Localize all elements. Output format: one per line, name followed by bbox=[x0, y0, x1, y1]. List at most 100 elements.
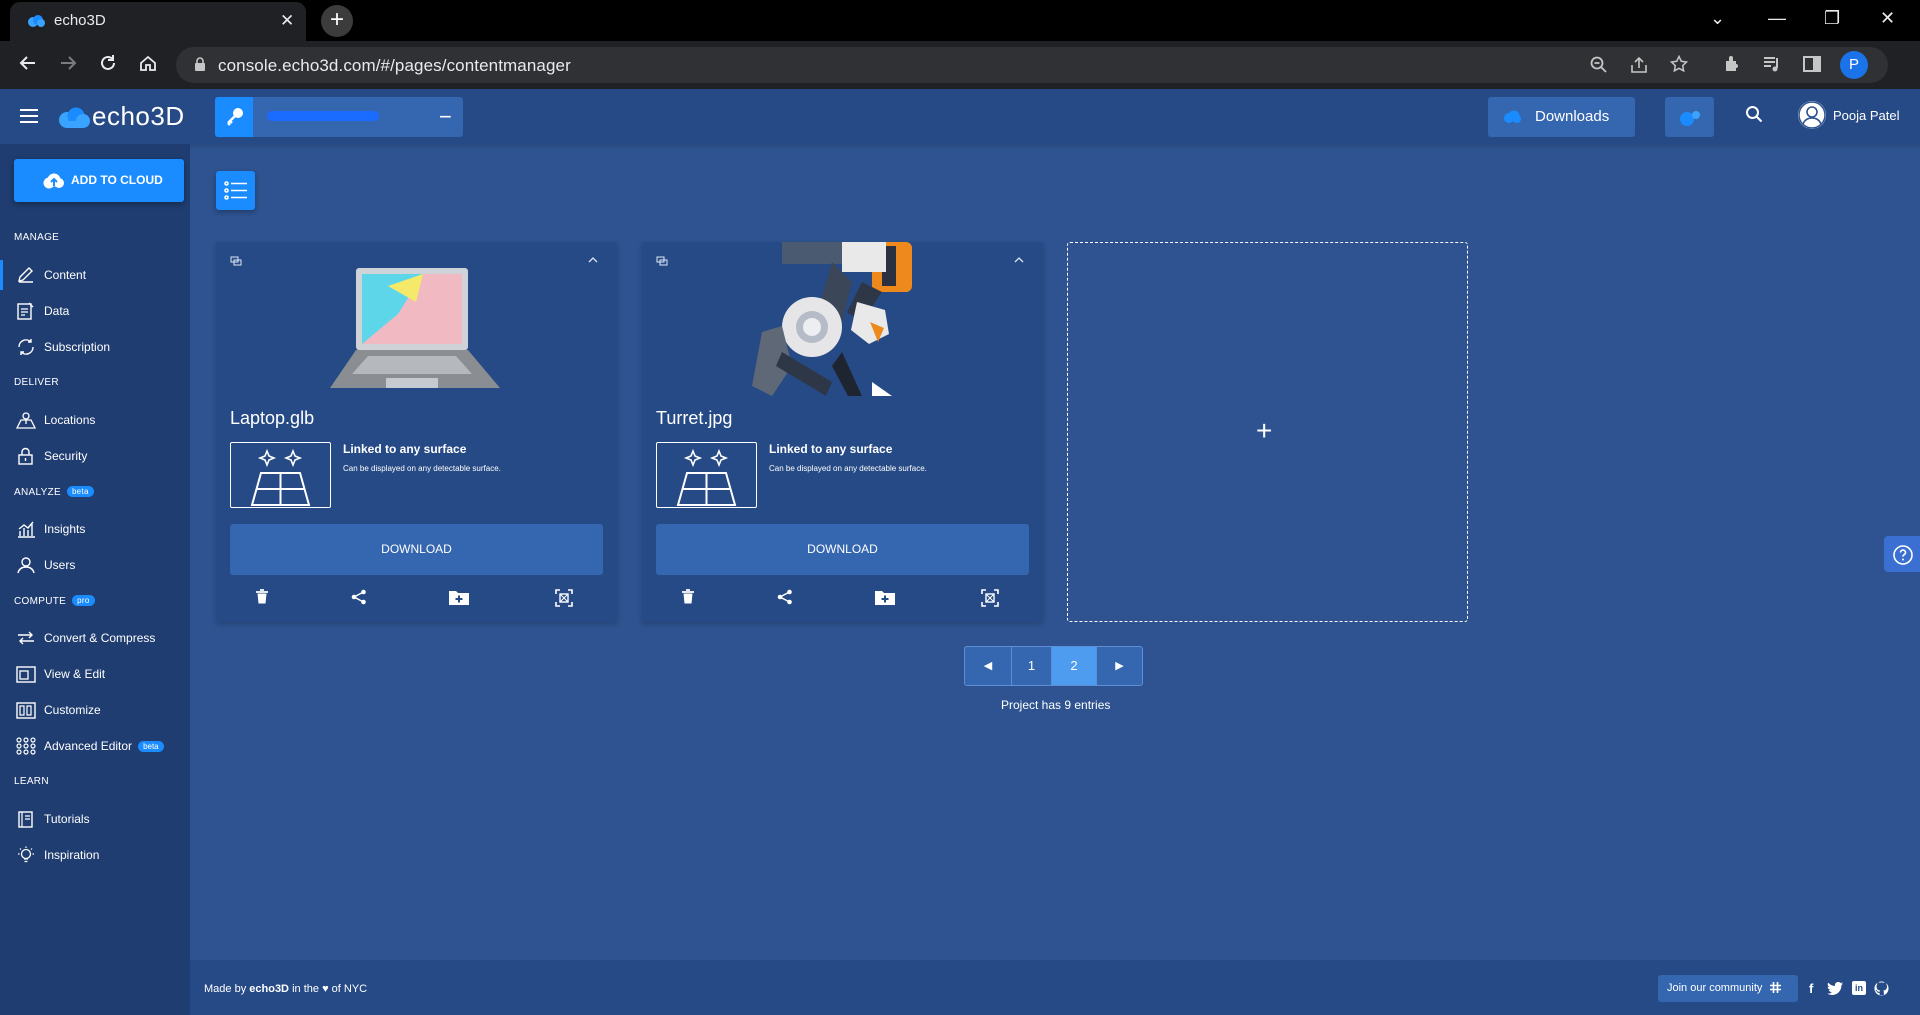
footer: Made by echo3D in the ♥ of NYC Join our … bbox=[190, 960, 1920, 1015]
add-to-folder-icon[interactable] bbox=[448, 589, 470, 605]
side-panel-icon[interactable] bbox=[1802, 54, 1822, 74]
trash-icon[interactable] bbox=[681, 589, 695, 605]
minimize-icon[interactable]: — bbox=[1768, 8, 1786, 29]
add-to-cloud-button[interactable]: ADD TO CLOUD bbox=[14, 159, 184, 202]
twitter-icon[interactable] bbox=[1827, 982, 1843, 995]
slack-icon bbox=[1770, 982, 1782, 993]
section-manage: MANAGE bbox=[14, 232, 60, 243]
tab-search-icon[interactable]: ⌄ bbox=[1710, 8, 1725, 29]
sidebar-item-customize[interactable]: Customize bbox=[0, 695, 190, 725]
qr-scan-icon[interactable] bbox=[981, 589, 999, 607]
api-key-selector[interactable]: − bbox=[215, 97, 463, 137]
beta-badge: beta bbox=[66, 486, 94, 497]
laptop-thumbnail[interactable] bbox=[328, 266, 503, 396]
list-view-button[interactable] bbox=[216, 171, 255, 210]
footer-brand-link[interactable]: echo3D bbox=[249, 983, 289, 995]
user-name[interactable]: Pooja Patel bbox=[1833, 108, 1900, 123]
facebook-icon[interactable]: f bbox=[1809, 981, 1813, 996]
sidebar-item-data[interactable]: Data bbox=[0, 296, 190, 326]
chevron-up-icon[interactable] bbox=[588, 256, 598, 264]
sidebar-item-subscription[interactable]: Subscription bbox=[0, 332, 190, 362]
surface-title: Linked to any surface bbox=[343, 442, 467, 456]
section-compute: COMPUTE pro bbox=[14, 595, 95, 607]
content-card-laptop[interactable]: Laptop.glb Linked to any surface Can be … bbox=[216, 242, 617, 622]
user-icon bbox=[16, 556, 36, 574]
surface-title: Linked to any surface bbox=[769, 442, 893, 456]
key-icon bbox=[215, 97, 253, 137]
bar-chart-icon bbox=[16, 520, 36, 538]
browser-profile-avatar[interactable]: P bbox=[1840, 51, 1868, 79]
hamburger-menu-icon[interactable] bbox=[20, 109, 38, 123]
lock-icon[interactable] bbox=[194, 57, 206, 72]
add-to-folder-icon[interactable] bbox=[874, 589, 896, 605]
sidebar-item-locations[interactable]: Locations bbox=[0, 405, 190, 435]
chevron-up-icon[interactable] bbox=[1014, 256, 1024, 264]
blob-icon bbox=[1678, 109, 1702, 127]
new-tab-button[interactable]: + bbox=[321, 5, 353, 37]
page-2-button[interactable]: 2 bbox=[1051, 646, 1097, 686]
share-icon[interactable] bbox=[777, 589, 793, 605]
sidebar-item-insights[interactable]: Insights bbox=[0, 514, 190, 544]
search-icon[interactable] bbox=[1745, 105, 1763, 123]
sidebar-item-inspiration[interactable]: Inspiration bbox=[0, 840, 190, 870]
reload-icon[interactable] bbox=[98, 53, 118, 73]
restore-icon[interactable]: ❐ bbox=[1824, 8, 1840, 29]
columns-icon bbox=[16, 701, 36, 719]
entries-count: Project has 9 entries bbox=[1001, 698, 1111, 712]
convert-arrows-icon bbox=[16, 629, 36, 647]
sidebar: ADD TO CLOUD MANAGE Content Data Subscri… bbox=[0, 144, 190, 1015]
echo3d-logo-icon bbox=[57, 107, 91, 129]
duplicate-icon[interactable] bbox=[656, 256, 668, 266]
downloads-button[interactable]: Downloads bbox=[1488, 97, 1635, 137]
home-icon[interactable] bbox=[138, 53, 158, 73]
forward-icon[interactable] bbox=[58, 53, 78, 73]
page-1-button[interactable]: 1 bbox=[1011, 646, 1052, 686]
download-button[interactable]: DOWNLOAD bbox=[656, 524, 1029, 575]
join-community-button[interactable]: Join our community bbox=[1658, 975, 1798, 1002]
tab-close-icon[interactable]: ✕ bbox=[280, 11, 294, 31]
content-card-turret[interactable]: Turret.jpg Linked to any surface Can be … bbox=[642, 242, 1043, 622]
sidebar-item-security[interactable]: Security bbox=[0, 441, 190, 471]
download-button[interactable]: DOWNLOAD bbox=[230, 524, 603, 575]
turret-thumbnail[interactable] bbox=[722, 242, 962, 396]
browser-tabstrip: echo3D ✕ + ⌄ — ❐ ✕ bbox=[0, 0, 1920, 41]
pencil-icon bbox=[16, 266, 36, 284]
github-icon[interactable] bbox=[1874, 981, 1889, 996]
sidebar-item-advanced-editor[interactable]: Advanced Editor beta bbox=[0, 731, 190, 761]
window-close-icon[interactable]: ✕ bbox=[1880, 8, 1895, 29]
beta-badge: beta bbox=[138, 741, 164, 752]
sidebar-item-users[interactable]: Users bbox=[0, 550, 190, 580]
help-button[interactable] bbox=[1884, 536, 1920, 572]
collapse-key-button[interactable]: − bbox=[439, 104, 452, 130]
card-title: Turret.jpg bbox=[656, 408, 733, 428]
add-to-cloud-label: ADD TO CLOUD bbox=[71, 173, 163, 187]
zoom-icon[interactable] bbox=[1590, 56, 1608, 74]
extensions-icon[interactable] bbox=[1722, 54, 1742, 74]
share-icon[interactable] bbox=[351, 589, 367, 605]
trash-icon[interactable] bbox=[255, 589, 269, 605]
sidebar-item-view-edit[interactable]: View & Edit bbox=[0, 659, 190, 689]
qr-scan-icon[interactable] bbox=[555, 589, 573, 607]
padlock-icon bbox=[16, 447, 36, 465]
share-page-icon[interactable] bbox=[1630, 56, 1648, 74]
duplicate-icon[interactable] bbox=[230, 256, 242, 266]
bookmark-star-icon[interactable] bbox=[1670, 55, 1688, 73]
refresh-cycle-icon bbox=[16, 338, 36, 356]
heart-icon: ♥ bbox=[322, 983, 329, 995]
sidebar-item-convert[interactable]: Convert & Compress bbox=[0, 623, 190, 653]
echo-assistant-button[interactable] bbox=[1665, 97, 1714, 137]
previous-page-button[interactable]: ◀ bbox=[964, 646, 1012, 686]
sidebar-item-content[interactable]: Content bbox=[0, 260, 190, 290]
browser-tab[interactable]: echo3D ✕ bbox=[10, 2, 306, 41]
media-icon[interactable] bbox=[1762, 54, 1782, 74]
next-page-button[interactable]: ▶ bbox=[1096, 646, 1143, 686]
add-content-card[interactable]: + bbox=[1067, 242, 1468, 622]
linkedin-icon[interactable]: in bbox=[1852, 981, 1866, 995]
back-icon[interactable] bbox=[18, 53, 38, 73]
user-avatar[interactable] bbox=[1798, 101, 1826, 129]
url-text: console.echo3d.com/#/pages/contentmanage… bbox=[218, 56, 571, 75]
address-bar[interactable]: console.echo3d.com/#/pages/contentmanage… bbox=[176, 47, 1888, 83]
sidebar-item-tutorials[interactable]: Tutorials bbox=[0, 804, 190, 834]
made-by-text: Made by echo3D in the ♥ of NYC bbox=[204, 983, 368, 995]
section-learn: LEARN bbox=[14, 776, 49, 787]
